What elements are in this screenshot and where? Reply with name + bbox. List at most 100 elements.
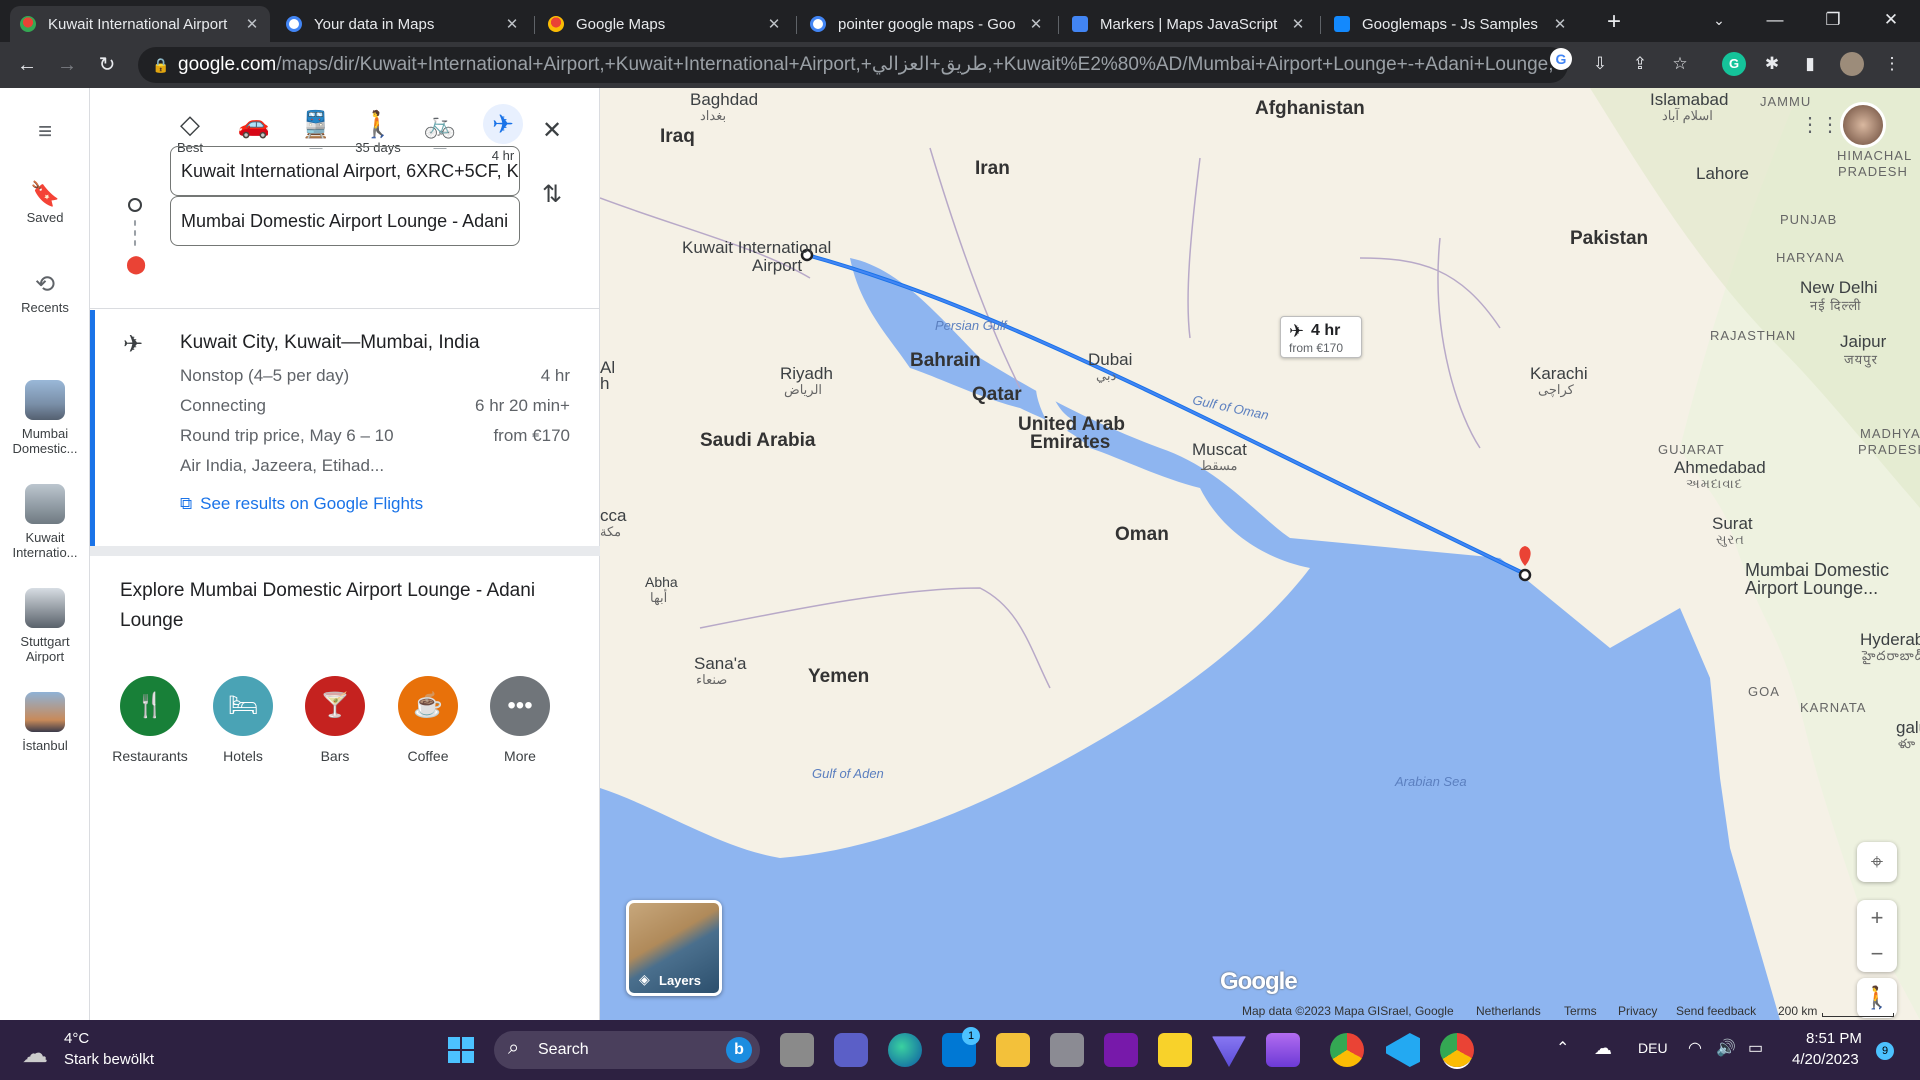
mail-icon[interactable]: 1	[942, 1027, 980, 1067]
onenote-icon[interactable]	[1104, 1033, 1138, 1067]
chrome-icon[interactable]	[1330, 1033, 1364, 1067]
map-label-gulf-of-aden: Gulf of Aden	[812, 766, 884, 781]
taskbar-search-box[interactable]: ⌕ Search b	[494, 1031, 760, 1069]
battery-icon[interactable]: ▭	[1748, 1038, 1763, 1058]
close-icon[interactable]: ✕	[1290, 15, 1306, 33]
flight-route-card[interactable]: ✈ Kuwait City, Kuwait—Mumbai, India Nons…	[90, 310, 600, 546]
more-icon: •••	[490, 676, 550, 736]
category-coffee[interactable]: ☕ Coffee	[383, 676, 473, 764]
volume-icon[interactable]: 🔊	[1716, 1038, 1736, 1058]
destination-input[interactable]: Mumbai Domestic Airport Lounge - Adani	[170, 196, 520, 246]
recents-button[interactable]: ⟲ Recents	[0, 270, 90, 315]
mode-driving[interactable]: 🚗	[224, 108, 284, 140]
back-button[interactable]: ←	[12, 50, 42, 80]
map-canvas[interactable]: Baghdad بغداد Iraq Iran Afghanistan Isla…	[600, 88, 1920, 1020]
zoom-in-button[interactable]: +	[1857, 900, 1897, 936]
destination-marker-icon[interactable]	[1518, 568, 1532, 582]
category-hotels[interactable]: 🛏 Hotels	[198, 676, 288, 764]
category-restaurants[interactable]: 🍴 Restaurants	[105, 676, 195, 764]
new-tab-button[interactable]: +	[1600, 8, 1628, 36]
chrome-active-icon[interactable]	[1440, 1033, 1474, 1067]
clipchamp-icon[interactable]	[1266, 1033, 1300, 1067]
close-icon[interactable]: ✕	[244, 15, 260, 33]
chevron-up-icon[interactable]: ⌃	[1556, 1038, 1569, 1058]
close-icon[interactable]: ✕	[1552, 15, 1568, 33]
terms-link[interactable]: Terms	[1564, 1004, 1597, 1018]
close-icon[interactable]: ✕	[1028, 15, 1044, 33]
tab-markers-maps-js[interactable]: Markers | Maps JavaScript ✕	[1062, 6, 1316, 42]
recent-place-mumbai[interactable]: Mumbai Domestic...	[0, 380, 90, 456]
menu-hamburger-icon[interactable]: ≡	[0, 118, 90, 146]
layers-button[interactable]: ◈ Layers	[626, 900, 722, 996]
task-view-icon[interactable]	[780, 1033, 814, 1067]
tab-kuwait-airport[interactable]: Kuwait International Airport ✕	[10, 6, 270, 42]
tab-search-icon[interactable]: ⌄	[1690, 0, 1748, 42]
forward-button[interactable]: →	[52, 50, 82, 80]
menu-kebab-icon[interactable]: ⋮	[1880, 52, 1904, 76]
notification-count[interactable]: 9	[1876, 1042, 1894, 1060]
tab-title: Markers | Maps JavaScript	[1100, 15, 1278, 33]
zoom-out-button[interactable]: −	[1857, 936, 1897, 972]
my-location-button[interactable]: ⌖	[1857, 842, 1897, 882]
lock-icon[interactable]: 🔒	[152, 47, 169, 83]
sticky-notes-icon[interactable]	[1158, 1033, 1192, 1067]
layers-label: Layers	[659, 973, 701, 988]
weather-text[interactable]: Stark bewölkt	[64, 1051, 154, 1068]
privacy-link[interactable]: Privacy	[1618, 1004, 1657, 1018]
origin-input[interactable]: Kuwait International Airport, 6XRC+5CF, …	[170, 146, 520, 196]
map-label-mumbai-2[interactable]: Airport Lounge...	[1745, 578, 1878, 599]
scale-label[interactable]: 200 km	[1778, 1004, 1817, 1018]
share-icon[interactable]: ⇪	[1628, 52, 1652, 76]
extensions-icon[interactable]: ✱	[1760, 52, 1784, 76]
recent-place-istanbul[interactable]: İstanbul	[0, 692, 90, 753]
wifi-icon[interactable]: ◠	[1688, 1038, 1702, 1058]
minimize-button[interactable]: —	[1746, 0, 1804, 42]
saved-button[interactable]: 🔖 Saved	[0, 180, 90, 225]
search-icon: ⌕	[508, 1037, 520, 1059]
recent-place-kuwait[interactable]: Kuwait Internatio...	[0, 484, 90, 560]
teams-chat-icon[interactable]	[834, 1033, 868, 1067]
profile-avatar[interactable]	[1840, 52, 1864, 76]
vscode-icon[interactable]	[1386, 1033, 1420, 1067]
category-bars[interactable]: 🍸 Bars	[290, 676, 380, 764]
google-flights-link[interactable]: ⧉ See results on Google Flights	[180, 494, 423, 514]
start-button[interactable]	[444, 1033, 478, 1067]
swap-icon[interactable]: ⇅	[542, 180, 562, 209]
apps-grid-icon[interactable]: ⋮⋮	[1800, 112, 1840, 137]
keyboard-language[interactable]: DEU	[1638, 1040, 1668, 1056]
google-logo: Google	[1220, 968, 1298, 995]
window-close-button[interactable]: ✕	[1862, 0, 1920, 42]
install-icon[interactable]: ⇩	[1588, 52, 1612, 76]
clock-time[interactable]: 8:51 PM	[1806, 1030, 1862, 1047]
grammarly-icon[interactable]: G	[1722, 52, 1746, 76]
saved-label: Saved	[26, 210, 64, 225]
vpn-icon[interactable]	[1212, 1036, 1246, 1067]
app-icon[interactable]	[1050, 1033, 1084, 1067]
account-avatar[interactable]	[1840, 102, 1886, 148]
side-panel-icon[interactable]: ▮	[1798, 52, 1822, 76]
edge-icon[interactable]	[888, 1033, 922, 1067]
maximize-button[interactable]: ❐	[1804, 0, 1862, 42]
send-feedback-link[interactable]: Send feedback	[1676, 1004, 1756, 1018]
onedrive-cloud-icon[interactable]: ☁	[1594, 1038, 1612, 1059]
close-icon[interactable]: ✕	[766, 15, 782, 33]
tab-divider	[1320, 16, 1321, 34]
tab-google-maps[interactable]: Google Maps ✕	[538, 6, 792, 42]
tab-your-data-in-maps[interactable]: Your data in Maps ✕	[276, 6, 530, 42]
tab-pointer-google-maps[interactable]: pointer google maps - Goo ✕	[800, 6, 1054, 42]
tab-googlemaps-js-samples[interactable]: Googlemaps - Js Samples ✕	[1324, 6, 1578, 42]
country-link[interactable]: Netherlands	[1476, 1004, 1541, 1018]
flight-duration-badge[interactable]: ✈ 4 hr from €170	[1280, 316, 1362, 358]
bookmark-star-icon[interactable]: ☆	[1668, 52, 1692, 76]
close-directions-button[interactable]: ✕	[542, 116, 562, 145]
category-more[interactable]: ••• More	[475, 676, 565, 764]
address-bar[interactable]: 🔒 google.com/maps/dir/Kuwait+Internation…	[138, 47, 1568, 83]
file-explorer-icon[interactable]	[996, 1033, 1030, 1067]
recent-place-stuttgart[interactable]: Stuttgart Airport	[0, 588, 90, 664]
windows-logo-icon	[448, 1037, 474, 1063]
close-icon[interactable]: ✕	[504, 15, 520, 33]
google-lens-icon[interactable]: G	[1550, 48, 1572, 70]
clock-date[interactable]: 4/20/2023	[1792, 1051, 1859, 1068]
reload-button[interactable]: ↻	[92, 50, 122, 80]
weather-temp[interactable]: 4°C	[64, 1030, 89, 1047]
